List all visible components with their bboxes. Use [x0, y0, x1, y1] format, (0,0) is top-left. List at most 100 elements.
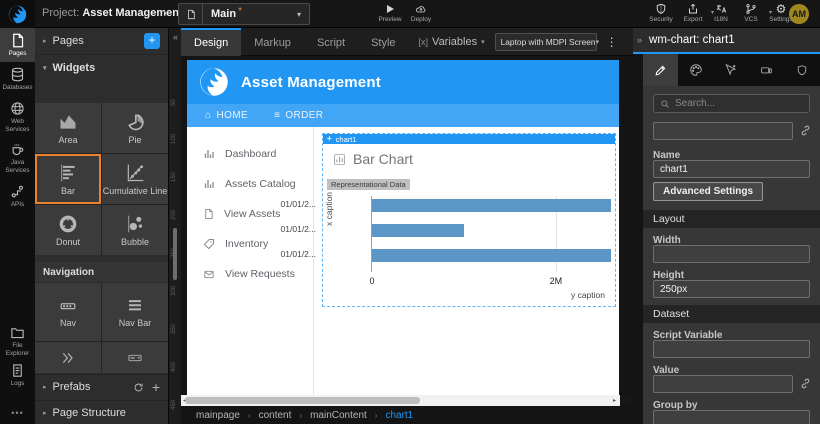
bind-link-icon[interactable] — [799, 124, 812, 137]
widget-tile-nav[interactable]: Nav — [35, 283, 101, 341]
rail-item-file-explorer[interactable]: File Explorer — [0, 320, 35, 362]
ruler-tick: 300 — [171, 286, 177, 296]
tab-styles[interactable] — [678, 54, 713, 86]
canvas-ruler: « 50 100 150 200 250 300 350 400 450 — [168, 28, 181, 424]
tab-markup[interactable]: Markup — [241, 28, 304, 56]
widget-tile-breadcrumb[interactable] — [35, 342, 101, 373]
canvas-horizontal-scrollbar[interactable]: ◂ ▸ — [181, 395, 620, 406]
ruler-tick: 450 — [171, 400, 177, 410]
wavemaker-logo-icon[interactable] — [0, 0, 35, 28]
project-title: Asset Management — [82, 7, 182, 19]
design-canvas: Asset Management ⌂ HOME ≡ ORDER Dashboar… — [181, 56, 633, 395]
refresh-icon[interactable] — [133, 382, 144, 393]
home-icon: ⌂ — [205, 110, 211, 121]
breadcrumb-item-chart1[interactable]: chart1 — [385, 410, 413, 421]
panel-scrollbar-thumb[interactable] — [173, 228, 177, 280]
add-page-button[interactable]: + — [144, 33, 160, 49]
widget-tile-label: Nav Bar — [119, 318, 152, 328]
breadcrumb-item-mainpage[interactable]: mainpage — [196, 410, 240, 421]
widget-tile-donut[interactable]: Donut — [35, 205, 101, 255]
nav-item-home[interactable]: ⌂ HOME — [205, 110, 248, 121]
kebab-menu-icon[interactable]: ⋮ — [606, 35, 618, 49]
properties-panel-header: » wm-chart: chart1 — [633, 28, 820, 54]
widget-tile-nav-bar[interactable]: Nav Bar — [102, 283, 168, 341]
vcs-branch-icon — [745, 3, 757, 15]
screen-size-value: Laptop with MDPI Screen — [501, 37, 596, 47]
breadcrumb-item-maincontent[interactable]: mainContent — [310, 410, 367, 421]
group-by-input[interactable] — [653, 410, 810, 424]
chart-bar[interactable] — [372, 224, 464, 237]
tab-events[interactable] — [714, 54, 749, 86]
rail-item-databases[interactable]: Databases — [0, 62, 35, 96]
dataset-section-header: Dataset — [643, 305, 820, 323]
menu-item-assets-catalog[interactable]: Assets Catalog — [187, 169, 313, 199]
horizontal-scrollbar-thumb[interactable] — [185, 397, 420, 404]
chart-bar[interactable] — [372, 199, 611, 212]
collapse-right-panel-icon[interactable]: » — [637, 35, 642, 45]
add-prefab-icon[interactable]: + — [152, 381, 160, 393]
variables-dropdown[interactable]: [x] Variables ▾ — [419, 36, 485, 48]
rail-item-java-services[interactable]: Java Services — [0, 137, 35, 179]
rail-item-apis[interactable]: APIs — [0, 179, 35, 213]
rail-item-web-services[interactable]: Web Services — [0, 96, 35, 138]
widget-tile-label: Pie — [128, 135, 141, 145]
width-input[interactable] — [653, 245, 810, 263]
properties-search-input[interactable] — [675, 98, 803, 109]
chart-widget-chart1[interactable]: + chart1 Bar Chart Representational Data… — [322, 133, 616, 307]
x-axis-caption: x caption — [324, 192, 334, 226]
chart-bar[interactable] — [372, 249, 611, 262]
tab-device[interactable] — [749, 54, 784, 86]
ruler-tick: 100 — [171, 134, 177, 144]
layout-section-header: Layout — [643, 210, 820, 228]
vcs-button[interactable]: VCS ▾ — [734, 3, 768, 27]
script-variable-input[interactable] — [653, 340, 810, 358]
properties-search[interactable] — [653, 94, 810, 113]
scroll-right-icon[interactable]: ▸ — [613, 397, 616, 404]
tab-design[interactable]: Design — [181, 28, 241, 56]
prefabs-section-header[interactable]: ▸ Prefabs + — [35, 374, 168, 399]
widget-tile-bar[interactable]: Bar — [35, 154, 101, 204]
triangle-right-icon: ▸ — [43, 409, 47, 417]
breadcrumb-item-content[interactable]: content — [259, 410, 292, 421]
widget-tile-label: Area — [58, 135, 77, 145]
chart-widget-grid: Area Pie Bar Cumulative Line Donut Bubbl… — [35, 103, 168, 255]
rail-label: Pages — [9, 50, 27, 58]
tab-properties[interactable] — [643, 54, 678, 86]
nav-item-label: HOME — [216, 110, 248, 121]
deploy-button[interactable]: Deploy — [404, 3, 438, 27]
tab-style[interactable]: Style — [358, 28, 408, 56]
bound-property-input[interactable] — [653, 122, 793, 140]
page-structure-section-header[interactable]: ▸ Page Structure — [35, 400, 168, 424]
rail-more-button[interactable]: ••• — [0, 408, 35, 418]
nav-item-order[interactable]: ≡ ORDER — [274, 110, 323, 121]
widgets-section-header[interactable]: ▾ Widgets — [35, 55, 168, 80]
bind-link-icon[interactable] — [799, 377, 812, 390]
screen-size-select[interactable]: Laptop with MDPI Screen ▾ — [495, 33, 597, 51]
pages-section-header[interactable]: ▸ Pages + — [35, 28, 168, 55]
tab-script[interactable]: Script — [304, 28, 358, 56]
tab-security[interactable] — [785, 54, 820, 86]
security-button[interactable]: Security — [644, 3, 678, 27]
pages-header-label: Pages — [53, 35, 84, 47]
name-input[interactable] — [653, 160, 810, 178]
chevron-down-icon: ▾ — [481, 38, 485, 46]
user-avatar[interactable]: AM — [789, 4, 809, 24]
rail-item-logs[interactable]: Logs — [0, 358, 35, 392]
widget-tile-pie[interactable]: Pie — [102, 103, 168, 153]
deploy-cloud-icon — [414, 3, 428, 15]
widget-tile-area[interactable]: Area — [35, 103, 101, 153]
widget-selection-bar[interactable]: + chart1 — [323, 134, 615, 144]
widget-tile-select[interactable] — [102, 342, 168, 373]
value-input[interactable] — [653, 375, 793, 393]
widget-tile-bubble[interactable]: Bubble — [102, 205, 168, 255]
advanced-settings-button[interactable]: Advanced Settings — [653, 182, 763, 201]
rail-item-pages[interactable]: Pages — [0, 28, 35, 62]
menu-item-dashboard[interactable]: Dashboard — [187, 139, 313, 169]
height-input[interactable] — [653, 280, 810, 298]
preview-button[interactable]: Preview — [373, 3, 407, 27]
branch-selector[interactable]: Main * ▾ — [178, 3, 310, 25]
menu-item-view-requests[interactable]: View Requests — [187, 259, 313, 289]
widget-tile-cumulative-line[interactable]: Cumulative Line — [102, 154, 168, 204]
i18n-button[interactable]: I18N — [704, 3, 738, 27]
menu-item-label: View Assets — [224, 208, 280, 220]
